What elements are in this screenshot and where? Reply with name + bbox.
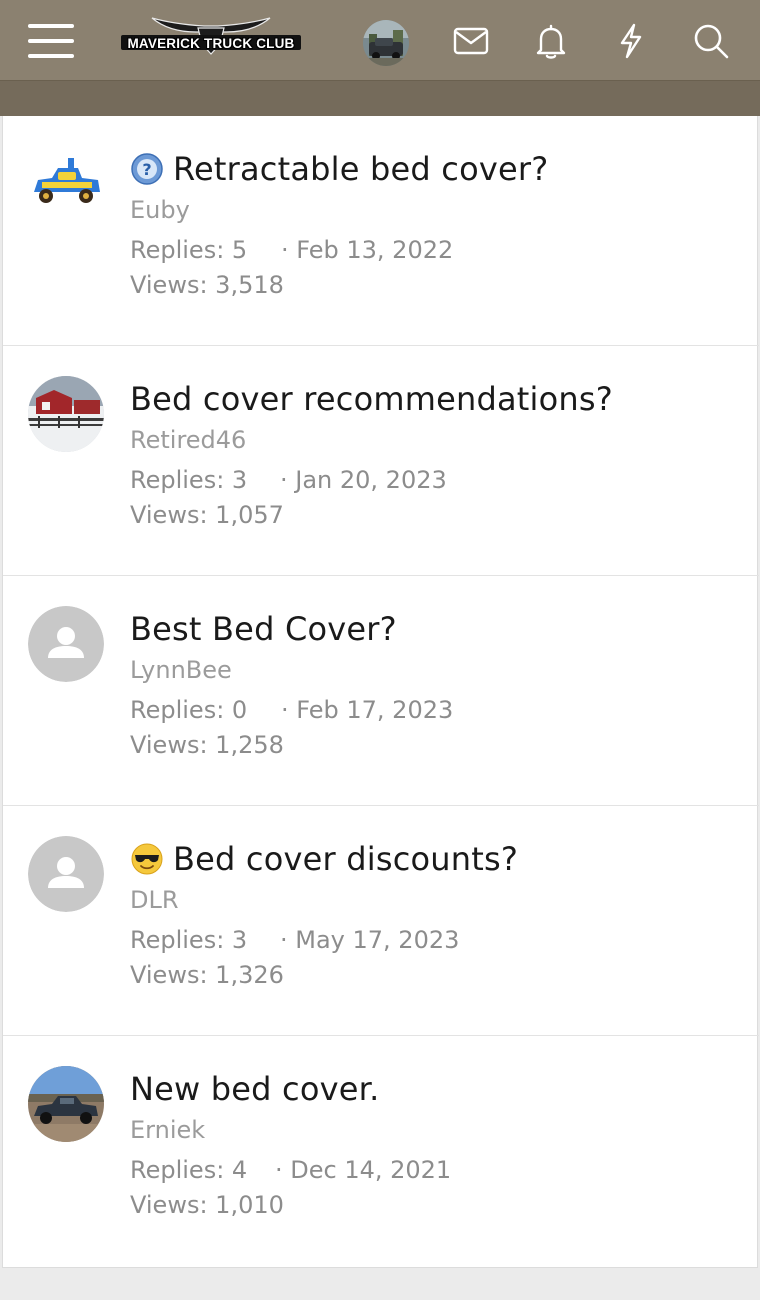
default-user-avatar[interactable]	[28, 606, 104, 682]
bell-icon[interactable]	[530, 20, 572, 62]
thread-author[interactable]: LynnBee	[130, 656, 232, 684]
thread-author[interactable]: DLR	[130, 886, 179, 914]
thread-title[interactable]: Bed cover recommendations?	[130, 380, 613, 418]
menu-icon[interactable]	[28, 22, 76, 60]
thread-list: ? Retractable bed cover? Euby Replies: 5…	[2, 116, 759, 1268]
truck-photo-avatar[interactable]	[28, 1066, 104, 1142]
thread-author[interactable]: Retired46	[130, 426, 246, 454]
thread-item[interactable]: Best Bed Cover? LynnBee Replies: 0 · Feb…	[3, 576, 759, 806]
thread-title[interactable]: Retractable bed cover?	[173, 150, 548, 188]
thread-author[interactable]: Erniek	[130, 1116, 205, 1144]
reply-count: Replies: 4	[130, 1156, 248, 1184]
view-count: Views: 3,518	[130, 271, 284, 299]
thread-date: · Feb 13, 2022	[281, 236, 454, 264]
thread-title-row[interactable]: Bed cover recommendations?	[130, 376, 613, 422]
default-user-avatar[interactable]	[28, 836, 104, 912]
svg-text:?: ?	[142, 160, 151, 179]
bolt-icon[interactable]	[610, 20, 652, 62]
site-logo[interactable]: MAVERICK TRUCK CLUB	[118, 14, 304, 62]
thread-item[interactable]: New bed cover. Erniek Replies: 4 · Dec 1…	[3, 1036, 759, 1266]
view-count: Views: 1,010	[130, 1191, 284, 1219]
thread-title-row[interactable]: Bed cover discounts?	[130, 836, 518, 882]
sub-nav-bar	[0, 80, 760, 116]
view-count: Views: 1,326	[130, 961, 284, 989]
question-icon: ?	[130, 152, 164, 186]
thread-author[interactable]: Euby	[130, 196, 190, 224]
thread-item[interactable]: ? Retractable bed cover? Euby Replies: 5…	[3, 116, 759, 346]
barn-photo-avatar[interactable]	[28, 376, 104, 452]
logo-text: MAVERICK TRUCK CLUB	[127, 36, 295, 51]
thread-date: · May 17, 2023	[280, 926, 460, 954]
view-count: Views: 1,057	[130, 501, 284, 529]
top-nav-bar: MAVERICK TRUCK CLUB	[0, 0, 760, 80]
cartoon-truck-avatar[interactable]	[28, 146, 104, 222]
thread-title[interactable]: Bed cover discounts?	[173, 840, 518, 878]
thread-item[interactable]: Bed cover recommendations? Retired46 Rep…	[3, 346, 759, 576]
thread-title[interactable]: Best Bed Cover?	[130, 610, 397, 648]
thread-item[interactable]: Bed cover discounts? DLR Replies: 3 · Ma…	[3, 806, 759, 1036]
thread-date: · Jan 20, 2023	[280, 466, 447, 494]
reply-count: Replies: 5	[130, 236, 248, 264]
reply-count: Replies: 3	[130, 466, 248, 494]
view-count: Views: 1,258	[130, 731, 284, 759]
user-avatar[interactable]	[363, 20, 409, 66]
thread-date: · Dec 14, 2021	[275, 1156, 452, 1184]
search-icon[interactable]	[690, 20, 732, 62]
cool-emoji-icon	[130, 842, 164, 876]
thread-date: · Feb 17, 2023	[281, 696, 454, 724]
reply-count: Replies: 3	[130, 926, 248, 954]
thread-title-row[interactable]: Best Bed Cover?	[130, 606, 397, 652]
mail-icon[interactable]	[450, 20, 492, 62]
thread-title-row[interactable]: New bed cover.	[130, 1066, 379, 1112]
thread-title[interactable]: New bed cover.	[130, 1070, 379, 1108]
thread-title-row[interactable]: ? Retractable bed cover?	[130, 146, 548, 192]
reply-count: Replies: 0	[130, 696, 248, 724]
